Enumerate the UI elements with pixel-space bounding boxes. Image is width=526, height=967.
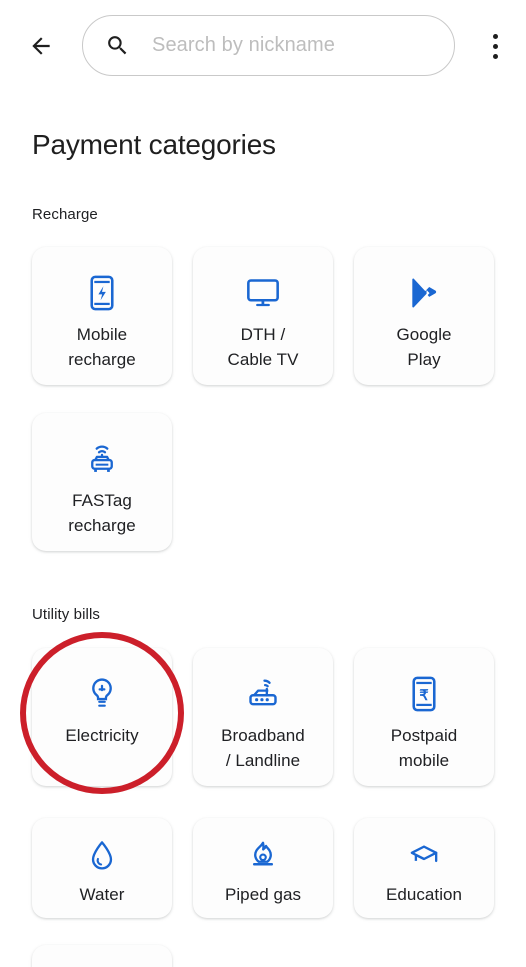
category-label: Google Play bbox=[396, 325, 452, 369]
category-card-dth-cable-tv[interactable]: DTH / Cable TV bbox=[193, 247, 333, 385]
category-label: Mobile recharge bbox=[68, 325, 136, 369]
page-title: Payment categories bbox=[32, 129, 276, 160]
category-label: FASTag recharge bbox=[68, 491, 136, 535]
section-label-recharge: Recharge bbox=[32, 206, 98, 223]
category-card-fastag-recharge[interactable]: FASTag recharge bbox=[32, 413, 172, 551]
app-bar: Search by nickname bbox=[0, 0, 526, 92]
postpaid-rupee-phone-icon: ₹ bbox=[410, 674, 438, 714]
more-vert-icon bbox=[492, 53, 498, 59]
category-label: Postpaid mobile bbox=[390, 726, 458, 770]
category-card-electricity[interactable]: Electricity bbox=[32, 648, 172, 786]
svg-text:₹: ₹ bbox=[419, 688, 429, 704]
search-placeholder: Search by nickname bbox=[152, 34, 336, 56]
lightbulb-icon bbox=[88, 674, 116, 714]
category-label: Piped gas bbox=[224, 885, 302, 904]
category-label: Broadband / Landline bbox=[221, 726, 305, 770]
back-button[interactable] bbox=[18, 23, 64, 69]
tv-icon bbox=[246, 273, 280, 313]
router-icon bbox=[245, 674, 281, 714]
payment-categories-screen: Search by nickname Payment categories Re… bbox=[0, 0, 526, 967]
google-play-icon bbox=[407, 273, 441, 313]
mobile-recharge-icon bbox=[88, 273, 116, 313]
category-label: Electricity bbox=[65, 726, 139, 745]
water-drop-icon bbox=[88, 838, 116, 874]
category-card-mobile-recharge[interactable]: Mobile recharge bbox=[32, 247, 172, 385]
search-input[interactable]: Search by nickname bbox=[82, 15, 455, 76]
search-icon bbox=[105, 33, 130, 58]
category-label: DTH / Cable TV bbox=[227, 325, 299, 369]
graduation-cap-icon bbox=[408, 838, 440, 874]
category-card-piped-gas[interactable]: Piped gas bbox=[193, 818, 333, 918]
category-label: Education bbox=[385, 885, 463, 904]
category-card-broadband-landline[interactable]: Broadband / Landline bbox=[193, 648, 333, 786]
more-options-button[interactable] bbox=[476, 22, 514, 70]
category-label: Water bbox=[79, 885, 125, 904]
category-card-partial-below-fold[interactable] bbox=[32, 945, 172, 967]
section-label-utility-bills: Utility bills bbox=[32, 606, 100, 623]
category-card-education[interactable]: Education bbox=[354, 818, 494, 918]
arrow-back-icon bbox=[32, 37, 50, 55]
category-card-postpaid-mobile[interactable]: ₹ Postpaid mobile bbox=[354, 648, 494, 786]
more-vert-icon bbox=[492, 33, 498, 39]
gas-flame-icon bbox=[248, 838, 278, 874]
more-vert-icon bbox=[492, 43, 498, 49]
category-card-water[interactable]: Water bbox=[32, 818, 172, 918]
fastag-car-icon bbox=[85, 439, 119, 479]
category-card-google-play[interactable]: Google Play bbox=[354, 247, 494, 385]
